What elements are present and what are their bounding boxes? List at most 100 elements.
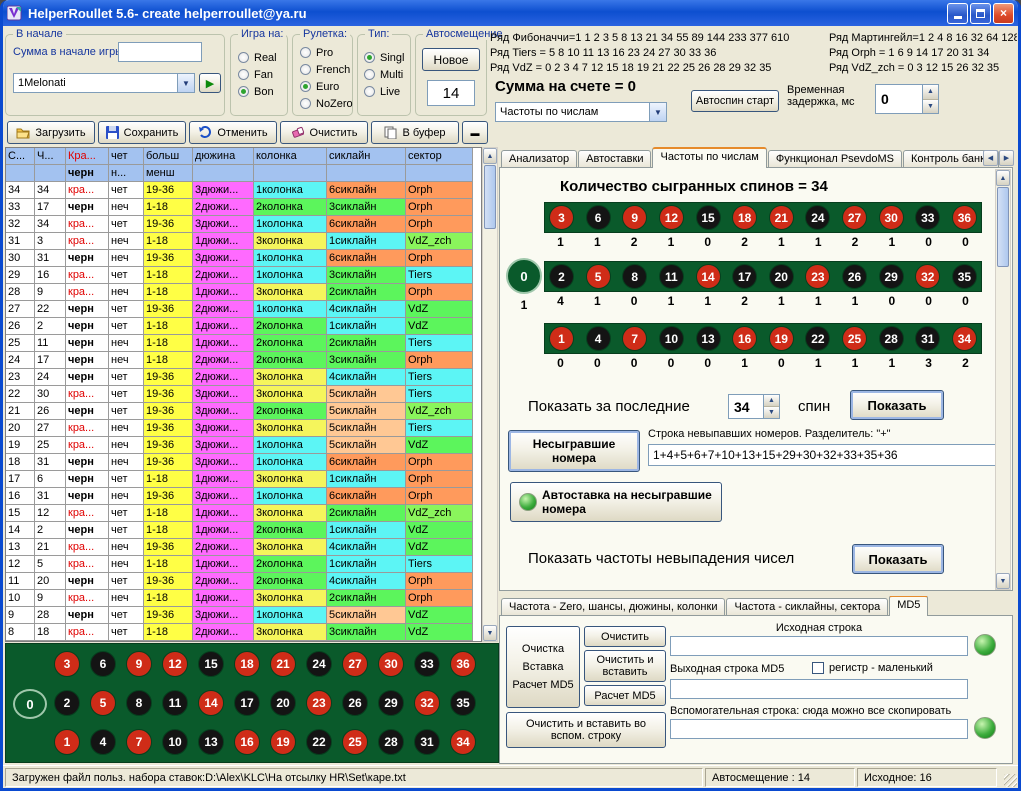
roulette-number-16[interactable]: 16 bbox=[234, 729, 260, 755]
md5-clear-paste-button[interactable]: Очистить и вставить bbox=[584, 650, 666, 682]
chevron-down-icon[interactable]: ▼ bbox=[177, 74, 194, 92]
tab-MD5[interactable]: MD5 bbox=[889, 596, 928, 616]
spin-row[interactable]: 262чернчет1-181дюжи...2колонка1сиклайнVd… bbox=[6, 318, 481, 335]
roulette-number-15[interactable]: 15 bbox=[696, 205, 721, 230]
spin-row[interactable]: 2722чернчет19-362дюжи...1колонка4сиклайн… bbox=[6, 301, 481, 318]
roulette-number-4[interactable]: 4 bbox=[586, 326, 611, 351]
load-button[interactable]: Загрузить bbox=[7, 121, 95, 144]
panel-scrollbar[interactable]: ▲ ▼ bbox=[995, 169, 1011, 590]
radio-Fan[interactable]: Fan bbox=[238, 66, 277, 83]
roulette-number-13[interactable]: 13 bbox=[198, 729, 224, 755]
roulette-number-10[interactable]: 10 bbox=[162, 729, 188, 755]
spin-row[interactable]: 3317черннеч1-182дюжи...2колонка3сиклайнO… bbox=[6, 199, 481, 216]
spinner-down-icon[interactable]: ▼ bbox=[764, 407, 779, 418]
roulette-number-31[interactable]: 31 bbox=[915, 326, 940, 351]
spin-row[interactable]: 2230кра...чет19-363дюжи...3колонка5сикла… bbox=[6, 386, 481, 403]
roulette-number-9[interactable]: 9 bbox=[126, 651, 152, 677]
roulette-number-25[interactable]: 25 bbox=[342, 729, 368, 755]
md5-calc-button[interactable]: Расчет MD5 bbox=[584, 685, 666, 706]
show-missing-frequencies-button[interactable]: Показать bbox=[852, 544, 944, 574]
table-scrollbar[interactable]: ▲ ▼ bbox=[482, 147, 498, 642]
roulette-number-18[interactable]: 18 bbox=[732, 205, 757, 230]
last-spins-spinner[interactable]: 34 ▲▼ bbox=[728, 394, 780, 419]
roulette-number-22[interactable]: 22 bbox=[306, 729, 332, 755]
roulette-number-20[interactable]: 20 bbox=[769, 264, 794, 289]
resize-grip[interactable] bbox=[1004, 774, 1017, 787]
roulette-number-11[interactable]: 11 bbox=[162, 690, 188, 716]
spin-row[interactable]: 1321кра...неч19-362дюжи...3колонка4сикла… bbox=[6, 539, 481, 556]
radio-Live[interactable]: Live bbox=[364, 83, 404, 100]
play-button[interactable]: ▶ bbox=[199, 73, 221, 93]
roulette-number-12[interactable]: 12 bbox=[162, 651, 188, 677]
spin-row[interactable]: 3234кра...чет19-363дюжи...1колонка6сикла… bbox=[6, 216, 481, 233]
roulette-number-29[interactable]: 29 bbox=[378, 690, 404, 716]
spin-row[interactable]: 313кра...неч1-181дюжи...3колонка1сиклайн… bbox=[6, 233, 481, 250]
roulette-number-27[interactable]: 27 bbox=[842, 205, 867, 230]
save-button[interactable]: Сохранить bbox=[98, 121, 186, 144]
copy-to-buffer-button[interactable]: В буфер bbox=[371, 121, 459, 144]
roulette-number-3[interactable]: 3 bbox=[54, 651, 80, 677]
roulette-number-21[interactable]: 21 bbox=[769, 205, 794, 230]
spin-row[interactable]: 109кра...неч1-181дюжи...3колонка2сиклайн… bbox=[6, 590, 481, 607]
roulette-number-1[interactable]: 1 bbox=[54, 729, 80, 755]
green-orb-button[interactable] bbox=[974, 717, 996, 739]
md5-aux-input[interactable] bbox=[670, 719, 968, 739]
roulette-number-34[interactable]: 34 bbox=[952, 326, 977, 351]
tab-Частота - Zero, шансы, дюжины, колонки[interactable]: Частота - Zero, шансы, дюжины, колонки bbox=[501, 598, 725, 616]
roulette-number-8[interactable]: 8 bbox=[126, 690, 152, 716]
radio-Euro[interactable]: Euro bbox=[300, 78, 353, 95]
roulette-number-2[interactable]: 2 bbox=[549, 264, 574, 289]
spinner-up-icon[interactable]: ▲ bbox=[764, 395, 779, 407]
spin-row[interactable]: 2916кра...чет1-182дюжи...1колонка3сиклай… bbox=[6, 267, 481, 284]
md5-output-input[interactable] bbox=[670, 679, 968, 699]
tab-Частота - сиклайны, сектора[interactable]: Частота - сиклайны, сектора bbox=[726, 598, 888, 616]
roulette-number-30[interactable]: 30 bbox=[879, 205, 904, 230]
spin-row[interactable]: 3434кра...чет19-363дюжи...1колонка6сикла… bbox=[6, 182, 481, 199]
roulette-number-35[interactable]: 35 bbox=[952, 264, 977, 289]
roulette-number-14[interactable]: 14 bbox=[696, 264, 721, 289]
tab-scroll-right-icon[interactable]: ▶ bbox=[999, 150, 1014, 166]
scroll-up-icon[interactable]: ▲ bbox=[996, 170, 1010, 186]
roulette-number-0[interactable]: 0 bbox=[506, 258, 542, 294]
spin-row[interactable]: 1925кра...неч19-363дюжи...1колонка5сикла… bbox=[6, 437, 481, 454]
missed-numbers-button[interactable]: Несыгравшие номера bbox=[508, 430, 640, 472]
roulette-number-0[interactable]: 0 bbox=[13, 689, 47, 719]
md5-actions-label[interactable]: ОчисткаВставкаРасчет MD5 bbox=[506, 626, 580, 708]
spin-row[interactable]: 2027кра...неч19-363дюжи...3колонка5сикла… bbox=[6, 420, 481, 437]
spin-row[interactable]: 1512кра...чет1-181дюжи...3колонка2сиклай… bbox=[6, 505, 481, 522]
titlebar[interactable]: HelperRoullet 5.6- create helperroullet@… bbox=[3, 0, 1018, 26]
roulette-number-28[interactable]: 28 bbox=[879, 326, 904, 351]
md5-clear-paste-aux-button[interactable]: Очистить и вставить во вспом. строку bbox=[506, 712, 666, 748]
radio-Multi[interactable]: Multi bbox=[364, 66, 404, 83]
scroll-down-icon[interactable]: ▼ bbox=[996, 573, 1010, 589]
autobet-missed-button[interactable]: Автоставка на несыгравшие номера bbox=[510, 482, 722, 522]
roulette-number-23[interactable]: 23 bbox=[805, 264, 830, 289]
roulette-number-35[interactable]: 35 bbox=[450, 690, 476, 716]
undo-button[interactable]: Отменить bbox=[189, 121, 277, 144]
spin-row[interactable]: 1631черннеч19-363дюжи...1колонка6сиклайн… bbox=[6, 488, 481, 505]
roulette-number-11[interactable]: 11 bbox=[659, 264, 684, 289]
roulette-number-32[interactable]: 32 bbox=[915, 264, 940, 289]
spin-row[interactable]: 1831черннеч19-363дюжи...1колонка6сиклайн… bbox=[6, 454, 481, 471]
clear-button[interactable]: Очистить bbox=[280, 121, 368, 144]
spin-row[interactable]: 928чернчет19-363дюжи...1колонка5сиклайнV… bbox=[6, 607, 481, 624]
roulette-number-31[interactable]: 31 bbox=[414, 729, 440, 755]
tab-scroll-left-icon[interactable]: ◀ bbox=[983, 150, 998, 166]
roulette-number-18[interactable]: 18 bbox=[234, 651, 260, 677]
roulette-number-23[interactable]: 23 bbox=[306, 690, 332, 716]
roulette-number-16[interactable]: 16 bbox=[732, 326, 757, 351]
new-offset-button[interactable]: Новое bbox=[422, 48, 480, 71]
roulette-number-5[interactable]: 5 bbox=[586, 264, 611, 289]
roulette-number-24[interactable]: 24 bbox=[306, 651, 332, 677]
autospin-start-button[interactable]: Автоспин старт bbox=[691, 90, 779, 112]
register-checkbox[interactable] bbox=[812, 662, 824, 674]
roulette-number-7[interactable]: 7 bbox=[126, 729, 152, 755]
register-checkbox-row[interactable]: регистр - маленький bbox=[812, 662, 933, 674]
roulette-number-5[interactable]: 5 bbox=[90, 690, 116, 716]
spin-row[interactable]: 3031черннеч19-363дюжи...1колонка6сиклайн… bbox=[6, 250, 481, 267]
radio-Pro[interactable]: Pro bbox=[300, 44, 353, 61]
roulette-number-20[interactable]: 20 bbox=[270, 690, 296, 716]
roulette-number-28[interactable]: 28 bbox=[378, 729, 404, 755]
roulette-number-30[interactable]: 30 bbox=[378, 651, 404, 677]
roulette-number-1[interactable]: 1 bbox=[549, 326, 574, 351]
